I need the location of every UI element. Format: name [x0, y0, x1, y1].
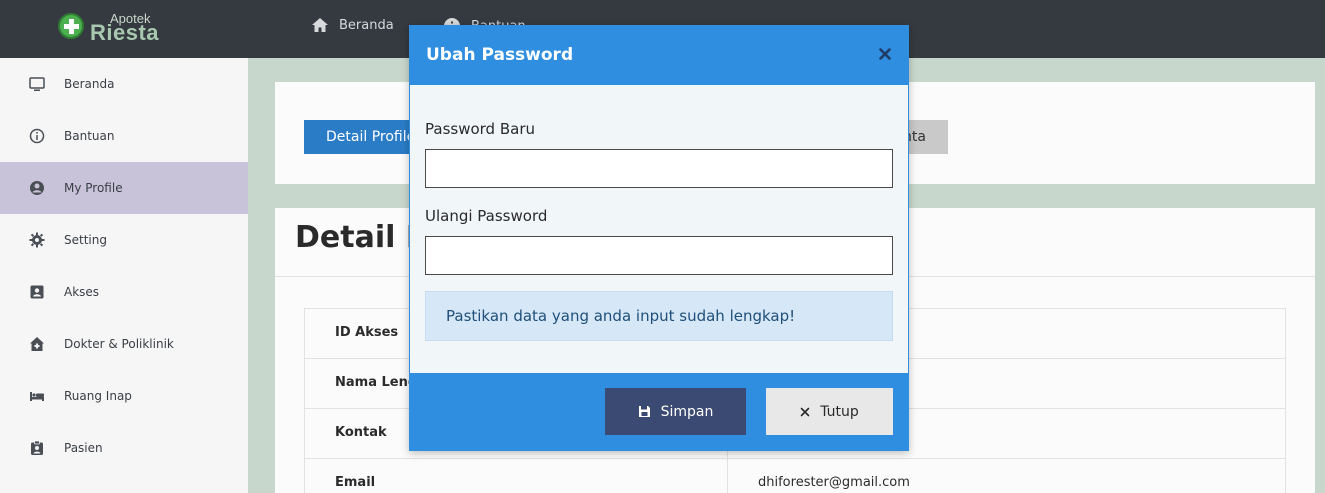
topnav-label: Beranda [339, 17, 394, 33]
sidebar-item-my-profile[interactable]: My Profile [0, 162, 248, 214]
row-label: Email [335, 475, 376, 490]
row-label: Kontak [335, 425, 387, 440]
row-label: ID Akses [335, 325, 399, 340]
sidebar-item-pasien[interactable]: Pasien [0, 422, 248, 474]
sidebar-item-beranda[interactable]: Beranda [0, 58, 248, 110]
modal-title: Ubah Password [426, 45, 574, 65]
row-value: dhiforester@gmail.com [758, 475, 910, 490]
sidebar-item-label: Dokter & Poliklinik [64, 337, 174, 351]
pharmacy-cross-icon [58, 13, 84, 39]
sidebar: Beranda Bantuan My Profile Setting Akses… [0, 58, 248, 493]
close-button[interactable]: Tutup [766, 388, 893, 435]
sidebar-item-label: Setting [64, 233, 107, 247]
home-icon [312, 18, 328, 32]
sidebar-item-label: Beranda [64, 77, 115, 91]
modal-close-button[interactable] [876, 45, 894, 63]
clipboard-user-icon [31, 440, 43, 455]
app-logo[interactable]: Apotek Riesta [56, 10, 176, 46]
sidebar-item-akses[interactable]: Akses [0, 266, 248, 318]
close-icon [800, 407, 810, 416]
topnav-item-beranda[interactable]: Beranda [311, 17, 394, 33]
close-button-label: Tutup [820, 403, 859, 420]
gear-icon [29, 232, 45, 248]
save-button[interactable]: Simpan [605, 388, 746, 435]
sidebar-item-label: My Profile [64, 181, 123, 195]
modal-header: Ubah Password [410, 26, 908, 85]
id-card-icon [30, 285, 44, 299]
sidebar-item-ruang-inap[interactable]: Ruang Inap [0, 370, 248, 422]
modal-footer: Simpan Tutup [410, 373, 908, 450]
repeat-password-label: Ulangi Password [425, 207, 548, 225]
close-icon [879, 48, 891, 60]
sidebar-item-label: Ruang Inap [64, 389, 132, 403]
new-password-input[interactable] [425, 149, 893, 188]
monitor-icon [29, 77, 45, 91]
sidebar-item-label: Pasien [64, 441, 103, 455]
sidebar-item-label: Akses [64, 285, 100, 299]
table-row: Email dhiforester@gmail.com [304, 459, 1286, 493]
info-circle-icon [29, 128, 45, 144]
save-button-label: Simpan [660, 403, 714, 420]
section-title: Detail P [295, 220, 428, 255]
new-password-label: Password Baru [425, 120, 535, 138]
sidebar-item-setting[interactable]: Setting [0, 214, 248, 266]
change-password-modal: Ubah Password Password Baru Ulangi Passw… [409, 25, 909, 451]
sidebar-item-dokter-poliklinik[interactable]: Dokter & Poliklinik [0, 318, 248, 370]
info-alert: Pastikan data yang anda input sudah leng… [425, 291, 893, 341]
user-circle-icon [30, 181, 44, 195]
floppy-disk-icon [638, 406, 650, 417]
repeat-password-input[interactable] [425, 236, 893, 275]
sidebar-item-label: Bantuan [64, 129, 115, 143]
logo-big-text: Riesta [90, 20, 160, 45]
cell-divider [727, 459, 728, 493]
sidebar-item-bantuan[interactable]: Bantuan [0, 110, 248, 162]
bed-icon [30, 392, 44, 401]
row-label: Nama Leng [335, 375, 418, 390]
clinic-icon [30, 337, 44, 351]
